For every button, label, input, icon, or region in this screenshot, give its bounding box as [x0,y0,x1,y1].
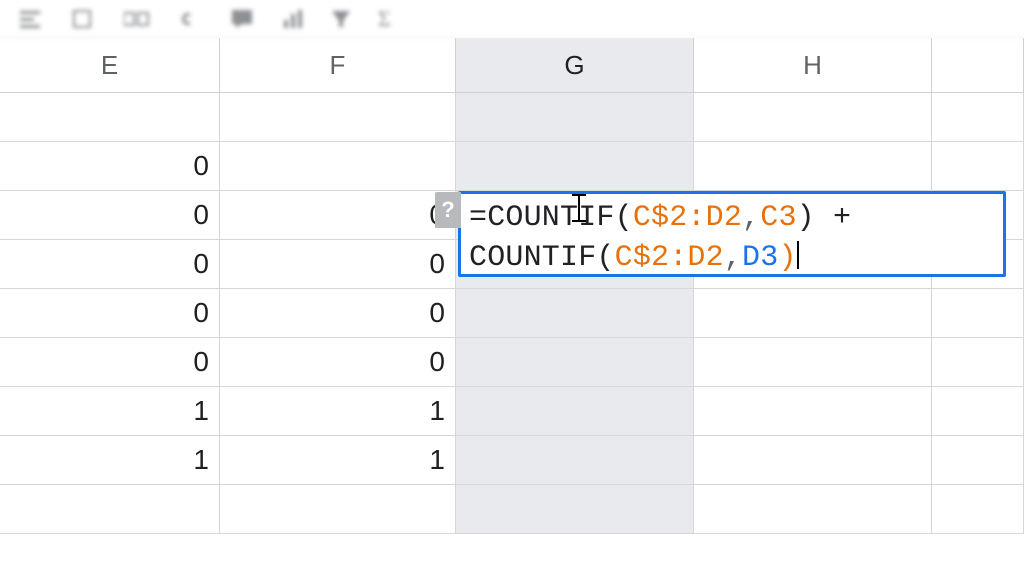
cell[interactable] [220,485,456,533]
cell[interactable]: 0 [220,191,456,239]
cell[interactable] [932,289,1024,337]
cell[interactable] [932,485,1024,533]
cell[interactable] [456,387,694,435]
cell[interactable]: 1 [220,387,456,435]
cell[interactable] [932,387,1024,435]
merge-icon[interactable] [124,9,154,29]
align-icon[interactable] [20,9,48,29]
cell[interactable] [694,485,932,533]
table-row [0,485,1024,534]
formula-input[interactable]: =COUNTIF(C$2:D2,C3) + COUNTIF(C$2:D2,D3) [461,194,877,282]
filter-icon[interactable] [330,9,352,29]
column-header-next[interactable] [932,38,1024,92]
cell[interactable]: 0 [0,338,220,386]
column-header-E[interactable]: E [0,38,220,92]
cell[interactable] [220,142,456,190]
table-row: 1 1 [0,387,1024,436]
cell[interactable]: 0 [0,240,220,288]
cell[interactable] [456,93,694,141]
cell[interactable] [456,338,694,386]
table-row: 0 0 [0,289,1024,338]
cell[interactable] [694,338,932,386]
cell[interactable] [456,289,694,337]
cell[interactable]: 0 [0,289,220,337]
text-caret [797,241,799,269]
table-row: 0 [0,142,1024,191]
cell[interactable] [694,436,932,484]
link-icon[interactable] [178,9,206,29]
border-icon[interactable] [72,9,100,29]
cell[interactable]: 1 [0,436,220,484]
cell[interactable] [932,142,1024,190]
cell[interactable]: 0 [220,338,456,386]
functions-icon[interactable]: Σ [376,8,398,30]
cell[interactable] [932,93,1024,141]
cell[interactable]: 1 [220,436,456,484]
column-header-row: E F G H [0,38,1024,93]
cell[interactable] [694,142,932,190]
cell[interactable] [932,338,1024,386]
comment-icon[interactable] [230,8,258,30]
formula-editor[interactable]: ? =COUNTIF(C$2:D2,C3) + COUNTIF(C$2:D2,D… [458,191,1006,277]
cell[interactable]: 0 [0,191,220,239]
cell[interactable] [0,485,220,533]
cell[interactable]: 1 [0,387,220,435]
cell[interactable] [694,387,932,435]
table-row [0,93,1024,142]
chart-icon[interactable] [282,8,306,30]
column-header-F[interactable]: F [220,38,456,92]
cell[interactable] [456,485,694,533]
table-row: 1 1 [0,436,1024,485]
cell[interactable] [0,93,220,141]
column-header-H[interactable]: H [694,38,932,92]
column-header-G[interactable]: G [456,38,694,92]
spreadsheet-grid[interactable]: E F G H 0 0 0 0 0 [0,38,1024,534]
cell[interactable] [456,436,694,484]
svg-text:Σ: Σ [378,8,391,30]
cell[interactable] [694,93,932,141]
table-row: 0 0 [0,338,1024,387]
cell[interactable] [220,93,456,141]
cell[interactable]: 0 [220,289,456,337]
formula-help-badge[interactable]: ? [435,192,461,228]
toolbar: Σ [0,0,1024,38]
cell[interactable] [694,289,932,337]
cell[interactable]: 0 [220,240,456,288]
cell[interactable]: 0 [0,142,220,190]
cell[interactable] [932,436,1024,484]
cell[interactable] [456,142,694,190]
